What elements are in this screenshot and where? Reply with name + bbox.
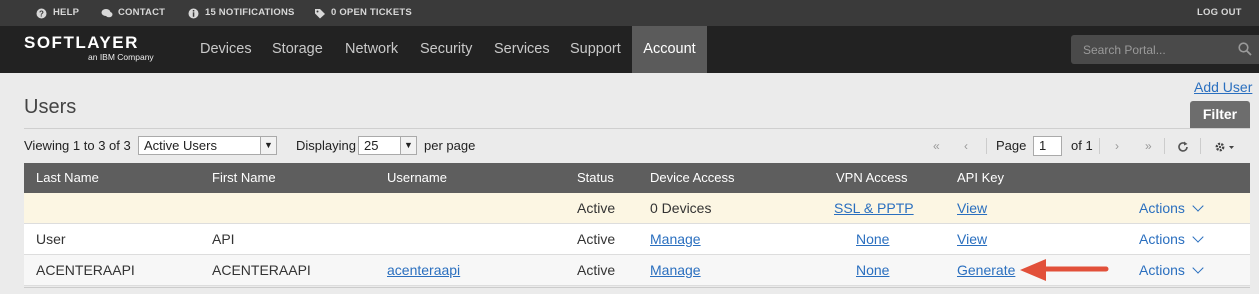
chevron-down-icon xyxy=(1192,200,1204,212)
cell-first-name: ACENTERAAPI xyxy=(212,262,311,278)
col-username[interactable]: Username xyxy=(387,163,447,193)
nav-support[interactable]: Support xyxy=(570,26,621,73)
prev-page-button[interactable]: ‹ xyxy=(964,136,968,156)
first-page-button[interactable]: « xyxy=(933,136,940,156)
page-title: Users xyxy=(24,96,77,118)
tag-icon xyxy=(314,8,325,19)
main-navbar: SOFTLAYER an IBM Company Devices Storage… xyxy=(0,26,1259,73)
notifications-label: 15 NOTIFICATIONS xyxy=(205,7,295,18)
viewing-count: Viewing 1 to 3 of 3 xyxy=(24,138,131,153)
tickets-label: 0 OPEN TICKETS xyxy=(331,7,412,18)
search-input[interactable] xyxy=(1083,41,1233,59)
utility-bar: ? HELP CONTACT 15 NOTIFICATIONS 0 OPEN T… xyxy=(0,0,1259,26)
question-icon: ? xyxy=(36,8,47,19)
chevron-down-icon: ▼ xyxy=(260,137,276,154)
divider xyxy=(1099,138,1100,154)
per-page-value: 25 xyxy=(364,138,379,153)
per-page-select[interactable]: 25 ▼ xyxy=(358,136,417,155)
annotation-arrow-icon xyxy=(1020,259,1109,281)
col-first-name[interactable]: First Name xyxy=(212,163,276,193)
page-label: Page xyxy=(996,138,1027,153)
device-access-manage-link[interactable]: Manage xyxy=(650,255,701,286)
col-vpn-access[interactable]: VPN Access xyxy=(836,163,908,193)
vpn-access-link[interactable]: SSL & PPTP xyxy=(834,193,914,224)
col-device-access[interactable]: Device Access xyxy=(650,163,735,193)
nav-devices[interactable]: Devices xyxy=(200,26,252,73)
divider xyxy=(986,138,987,154)
logout-link[interactable]: LOG OUT xyxy=(1197,0,1242,26)
search-icon[interactable] xyxy=(1238,42,1252,56)
gear-icon[interactable] xyxy=(1214,139,1236,159)
table-row[interactable]: Active 0 Devices SSL & PPTP View Actions xyxy=(24,193,1250,224)
brand-name: SOFTLAYER xyxy=(24,33,139,52)
chevron-down-icon xyxy=(1192,231,1204,243)
notifications-link[interactable]: 15 NOTIFICATIONS xyxy=(188,0,295,26)
logout-label: LOG OUT xyxy=(1197,7,1242,18)
table-row[interactable]: User API Active Manage None View Actions xyxy=(24,224,1250,255)
cell-status: Active xyxy=(577,231,616,247)
api-key-view-link[interactable]: View xyxy=(957,193,987,224)
actions-dropdown[interactable]: Actions xyxy=(1139,255,1204,286)
help-label: HELP xyxy=(53,7,80,18)
displaying-label: Displaying xyxy=(296,138,356,153)
user-status-select[interactable]: Active Users ▼ xyxy=(138,136,277,155)
divider xyxy=(1164,138,1165,154)
cell-first-name: API xyxy=(212,231,235,247)
next-page-button[interactable]: › xyxy=(1115,136,1119,156)
add-user-link[interactable]: Add User xyxy=(1194,79,1252,95)
api-key-generate-link[interactable]: Generate xyxy=(957,255,1015,286)
page-total: of 1 xyxy=(1071,138,1093,153)
info-icon xyxy=(188,8,199,19)
help-link[interactable]: ? HELP xyxy=(36,0,79,26)
device-access-manage-link[interactable]: Manage xyxy=(650,224,701,255)
cell-status: Active xyxy=(577,200,616,216)
svg-text:?: ? xyxy=(39,9,44,18)
cell-status: Active xyxy=(577,262,616,278)
contact-label: CONTACT xyxy=(118,7,166,18)
actions-dropdown[interactable]: Actions xyxy=(1139,193,1204,224)
chevron-down-icon: ▼ xyxy=(400,137,416,154)
search-box xyxy=(1071,35,1259,64)
actions-label: Actions xyxy=(1139,262,1185,278)
cell-last-name: ACENTERAAPI xyxy=(36,262,135,278)
nav-network[interactable]: Network xyxy=(345,26,398,73)
divider xyxy=(1200,138,1201,154)
nav-security[interactable]: Security xyxy=(420,26,472,73)
header-divider xyxy=(24,128,1250,129)
col-status[interactable]: Status xyxy=(577,163,614,193)
actions-dropdown[interactable]: Actions xyxy=(1139,224,1204,255)
username-link[interactable]: acenteraapi xyxy=(387,255,460,286)
table-bottom-border xyxy=(24,287,1250,288)
user-status-value: Active Users xyxy=(144,138,217,153)
chevron-down-icon xyxy=(1192,262,1204,274)
filter-button[interactable]: Filter xyxy=(1190,101,1250,128)
vpn-access-link[interactable]: None xyxy=(856,224,889,255)
col-last-name[interactable]: Last Name xyxy=(36,163,99,193)
nav-services[interactable]: Services xyxy=(494,26,550,73)
last-page-button[interactable]: » xyxy=(1145,136,1152,156)
softlayer-logo[interactable]: SOFTLAYER an IBM Company xyxy=(24,33,154,62)
api-key-view-link[interactable]: View xyxy=(957,224,987,255)
nav-account[interactable]: Account xyxy=(632,26,707,73)
col-api-key[interactable]: API Key xyxy=(957,163,1004,193)
actions-label: Actions xyxy=(1139,200,1185,216)
contact-link[interactable]: CONTACT xyxy=(101,0,165,26)
cell-device-access: 0 Devices xyxy=(650,200,712,216)
vpn-access-link[interactable]: None xyxy=(856,255,889,286)
tickets-link[interactable]: 0 OPEN TICKETS xyxy=(314,0,412,26)
table-toolbar: Viewing 1 to 3 of 3 Active Users ▼ Displ… xyxy=(24,136,1250,158)
chat-icon xyxy=(101,8,113,19)
per-page-label: per page xyxy=(424,138,476,153)
page-number-input[interactable]: 1 xyxy=(1033,136,1062,156)
table-header: Last Name First Name Username Status Dev… xyxy=(24,163,1250,193)
nav-storage[interactable]: Storage xyxy=(272,26,323,73)
brand-subtitle: an IBM Company xyxy=(88,52,154,62)
refresh-icon[interactable] xyxy=(1177,139,1189,159)
actions-label: Actions xyxy=(1139,231,1185,247)
cell-last-name: User xyxy=(36,231,66,247)
